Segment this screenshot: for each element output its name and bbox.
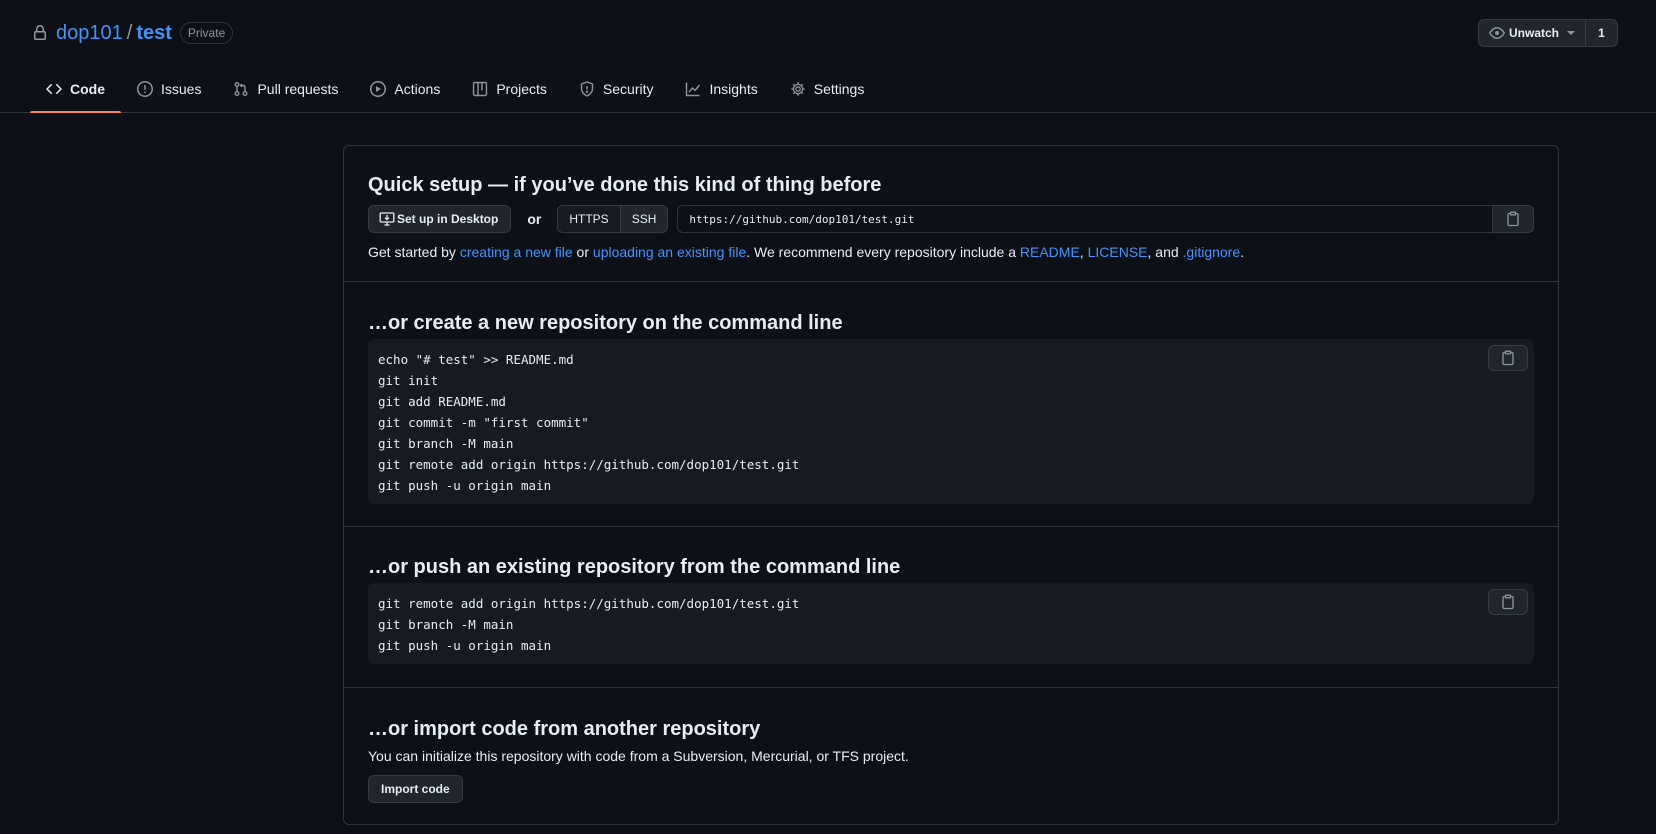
desktop-download-icon — [379, 211, 395, 227]
gear-icon — [790, 81, 806, 97]
repo-owner-link[interactable]: dop101 — [56, 22, 123, 45]
tab-security-label: Security — [602, 81, 654, 97]
tab-projects[interactable]: Projects — [456, 65, 563, 113]
tab-actions-label: Actions — [394, 81, 441, 97]
quick-setup-section: Quick setup — if you’ve done this kind o… — [344, 146, 1558, 282]
tab-settings-label: Settings — [813, 81, 865, 97]
code-line: git push -u origin main — [378, 478, 552, 493]
create-repo-title: …or create a new repository on the comma… — [368, 312, 843, 334]
or-text: or — [527, 211, 542, 227]
push-repo-title: …or push an existing repository from the… — [368, 556, 901, 578]
import-repo-title: …or import code from another repository — [368, 718, 761, 740]
code-line: git commit -m "first commit" — [378, 415, 589, 430]
tab-projects-label: Projects — [496, 81, 547, 97]
git-pull-request-icon — [233, 81, 249, 97]
issue-opened-icon — [137, 81, 153, 97]
code-line: echo "# test" >> README.md — [378, 352, 574, 367]
create-new-file-link[interactable]: creating a new file — [460, 244, 573, 260]
table-icon — [472, 81, 488, 97]
copy-create-commands-button[interactable] — [1488, 345, 1528, 371]
lock-icon — [32, 25, 48, 41]
watch-count[interactable]: 1 — [1586, 19, 1618, 47]
help-mid2: . We recommend every repository include … — [746, 244, 1020, 260]
setup-desktop-label: Set up in Desktop — [397, 212, 499, 226]
repo-header: dop101 / test Private Unwatch 1 Code Iss… — [0, 0, 1656, 113]
repo-name-link[interactable]: test — [136, 22, 172, 45]
repo-title-separator: / — [126, 21, 133, 44]
readme-link[interactable]: README — [1020, 244, 1080, 260]
copy-push-commands-button[interactable] — [1488, 589, 1528, 615]
eye-icon — [1489, 25, 1505, 41]
tab-code[interactable]: Code — [30, 65, 121, 113]
clone-row: Set up in Desktop or HTTPS SSH — [368, 205, 1534, 233]
shield-icon — [579, 81, 595, 97]
copy-icon — [1500, 594, 1516, 610]
tab-settings[interactable]: Settings — [774, 65, 881, 113]
chevron-down-icon — [1567, 31, 1575, 35]
help-comma: , — [1079, 244, 1088, 260]
ssh-button[interactable]: SSH — [620, 205, 669, 233]
tab-pull-requests-label: Pull requests — [257, 81, 339, 97]
create-repo-section: …or create a new repository on the comma… — [344, 282, 1558, 527]
code-line: git push -u origin main — [378, 638, 552, 653]
copy-url-button[interactable] — [1493, 205, 1534, 233]
play-icon — [370, 81, 387, 97]
help-mid3: , and — [1147, 244, 1183, 260]
push-repo-section: …or push an existing repository from the… — [344, 527, 1558, 688]
code-line: git remote add origin https://github.com… — [378, 457, 800, 472]
watch-button-group: Unwatch 1 — [1477, 19, 1618, 47]
clone-url-input[interactable] — [677, 205, 1493, 233]
license-link[interactable]: LICENSE — [1088, 244, 1148, 260]
create-repo-code: echo "# test" >> README.md git init git … — [368, 339, 1534, 504]
code-line: git init — [378, 373, 439, 388]
protocol-toggle: HTTPS SSH — [557, 205, 669, 233]
help-suffix: . — [1240, 244, 1245, 260]
https-button[interactable]: HTTPS — [557, 205, 621, 233]
repo-nav: Code Issues Pull requests Actions Projec… — [30, 65, 880, 113]
quick-setup-help: Get started by creating a new file or up… — [368, 242, 1534, 262]
import-repo-section: …or import code from another repository … — [344, 688, 1558, 824]
code-line: git branch -M main — [378, 617, 514, 632]
tab-insights-label: Insights — [709, 81, 758, 97]
tab-insights[interactable]: Insights — [669, 65, 773, 113]
unwatch-button[interactable]: Unwatch — [1477, 19, 1586, 47]
tab-issues-label: Issues — [161, 81, 202, 97]
tab-issues[interactable]: Issues — [121, 65, 217, 113]
tab-pull-requests[interactable]: Pull requests — [217, 65, 354, 113]
tab-code-label: Code — [70, 81, 105, 97]
unwatch-label: Unwatch — [1508, 26, 1559, 40]
code-line: git remote add origin https://github.com… — [378, 596, 800, 611]
import-description: You can initialize this repository with … — [368, 748, 909, 764]
push-repo-code: git remote add origin https://github.com… — [368, 583, 1534, 664]
quick-setup-title: Quick setup — if you’ve done this kind o… — [368, 174, 882, 196]
import-code-button[interactable]: Import code — [368, 775, 463, 803]
copy-icon — [1500, 350, 1516, 366]
help-prefix: Get started by — [368, 244, 460, 260]
code-icon — [46, 81, 62, 97]
code-line: git add README.md — [378, 394, 506, 409]
tab-actions[interactable]: Actions — [354, 65, 456, 113]
visibility-badge: Private — [179, 22, 234, 44]
repo-title: dop101 / test Private — [32, 20, 234, 46]
setup-desktop-button[interactable]: Set up in Desktop — [368, 205, 512, 233]
empty-repo-setup: Quick setup — if you’ve done this kind o… — [343, 145, 1559, 825]
tab-security[interactable]: Security — [563, 65, 670, 113]
code-line: git branch -M main — [378, 436, 514, 451]
gitignore-link[interactable]: .gitignore — [1183, 244, 1241, 260]
clone-url-group — [677, 205, 1534, 233]
upload-file-link[interactable]: uploading an existing file — [593, 244, 746, 260]
help-mid1: or — [572, 244, 593, 260]
graph-icon — [685, 81, 701, 97]
copy-icon — [1505, 211, 1521, 227]
